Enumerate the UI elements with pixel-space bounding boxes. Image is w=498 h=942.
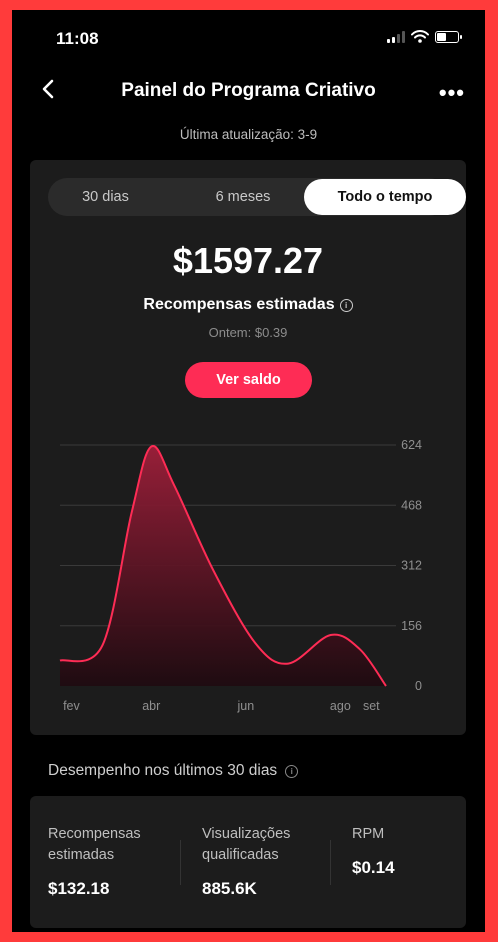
app-screen: 11:08 Painel do Programa Criativo ••• Úl… [12,10,485,932]
divider [330,840,331,885]
metric-value: $0.14 [352,858,395,877]
y-tick-label: 624 [401,438,422,452]
status-time: 11:08 [56,29,99,48]
earnings-chart: 0 156 312 468 624 fev abr jun ago set [59,438,422,713]
x-tick-label: ago [330,699,351,713]
estimated-rewards-amount: $1597.27 [172,240,324,281]
battery-icon [435,30,462,43]
performance-heading: Desempenho nos últimos 30 dias i [48,762,299,780]
earnings-card: 30 dias 6 meses Todo o tempo $1597.27 Re… [30,160,466,735]
y-tick-label: 156 [401,619,422,633]
last-updated-text: Última atualização: 3-9 [179,127,318,142]
period-tabs: 30 dias 6 meses Todo o tempo [48,178,466,216]
estimated-rewards-label: Recompensas estimadas [143,296,335,313]
x-tick-label: set [363,699,380,713]
y-tick-label: 0 [415,679,422,693]
metric-label: RPM [352,826,385,842]
page-title: Painel do Programa Criativo [121,80,376,101]
metric-value: $132.18 [48,879,110,898]
view-balance-button[interactable]: Ver saldo [185,362,312,398]
y-tick-label: 312 [401,559,422,573]
performance-title: Desempenho nos últimos 30 dias [48,762,278,779]
x-tick-label: jun [236,699,254,713]
status-icons [387,30,462,43]
cellular-signal-icon [387,30,405,43]
tab-all-time[interactable]: Todo o tempo [304,179,466,215]
metric-value: 885.6K [202,879,257,898]
wifi-icon [411,30,429,43]
info-icon[interactable]: i [285,765,299,778]
x-tick-label: abr [142,699,160,713]
divider [180,840,181,885]
more-options-icon[interactable]: ••• [439,80,465,106]
info-icon[interactable]: i [339,299,353,312]
y-tick-label: 468 [401,498,422,512]
tab-30-days[interactable]: 30 dias [48,178,163,216]
yesterday-earnings: Ontem: $0.39 [208,325,288,340]
x-tick-label: fev [63,699,80,713]
metric-estimated-rewards[interactable]: Recompensas estimadas $132.18 [48,824,158,899]
performance-card: Recompensas estimadas $132.18 Visualizaç… [30,796,466,928]
metric-label: Recompensas estimadas [48,826,141,863]
metric-label: Visualizações qualificadas [202,826,291,863]
metric-rpm[interactable]: RPM $0.14 [352,824,485,878]
estimated-rewards-heading: Recompensas estimadas i [30,296,466,314]
metric-qualified-views[interactable]: Visualizações qualificadas 885.6K [202,824,322,899]
tab-6-months[interactable]: 6 meses [183,178,303,216]
